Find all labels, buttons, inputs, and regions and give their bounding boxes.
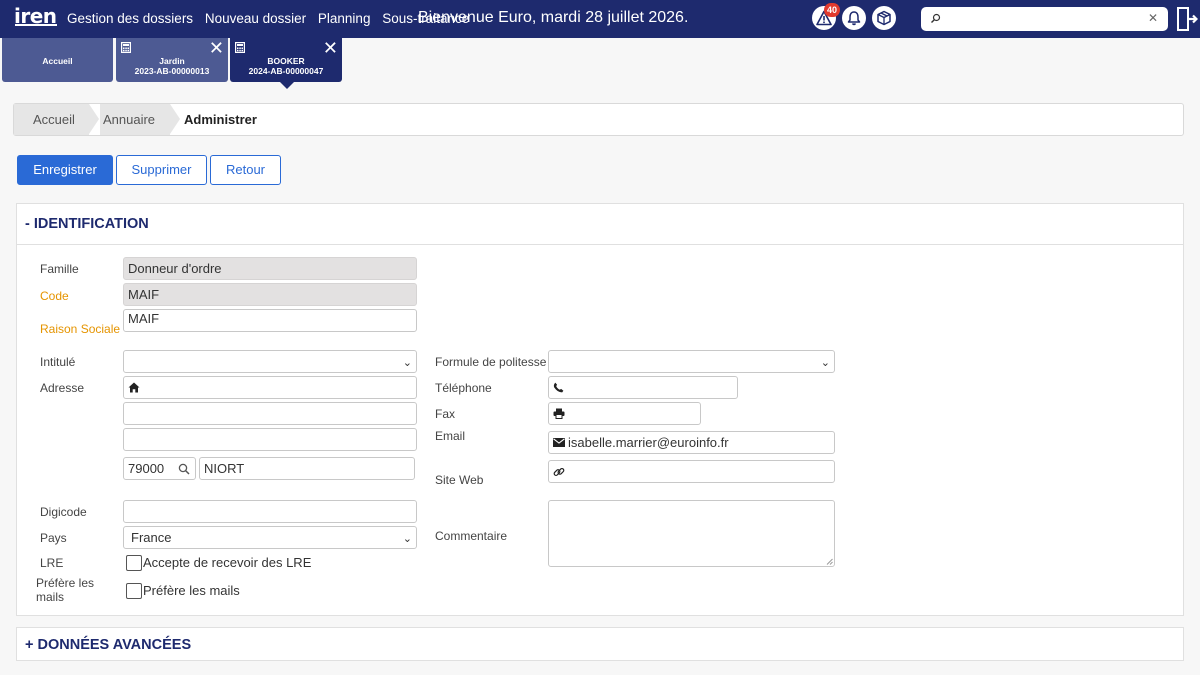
envelope-icon xyxy=(553,438,565,447)
logout-icon[interactable] xyxy=(1176,6,1198,32)
telephone-input[interactable] xyxy=(548,376,738,399)
code-postal-value: 79000 xyxy=(128,461,165,476)
tab-label: Accueil xyxy=(42,56,73,66)
adresse-line2-input[interactable] xyxy=(123,402,417,425)
chevron-down-icon: ⌄ xyxy=(402,357,412,369)
alerts-button[interactable]: 40 xyxy=(812,3,840,30)
commentaire-textarea[interactable] xyxy=(548,500,835,567)
lre-checkbox-label[interactable]: Accepte de recevoir des LRE xyxy=(143,555,311,570)
code-postal-input[interactable]: 79000 xyxy=(123,457,196,480)
calculator-icon xyxy=(121,42,131,53)
fax-input[interactable] xyxy=(548,402,701,425)
advanced-data-panel[interactable]: + DONNÉES AVANCÉES xyxy=(16,627,1184,661)
main-nav: Gestion des dossiers Nouveau dossier Pla… xyxy=(67,11,477,26)
telephone-label: Téléphone xyxy=(435,381,492,395)
delete-button[interactable]: Supprimer xyxy=(116,155,207,185)
nav-planning[interactable]: Planning xyxy=(318,11,371,26)
lre-label: LRE xyxy=(40,556,64,570)
search-icon xyxy=(931,13,941,23)
breadcrumb-separator xyxy=(170,104,180,134)
notifications-button[interactable] xyxy=(842,6,866,30)
app-logo[interactable]: iren xyxy=(14,4,57,28)
commentaire-label: Commentaire xyxy=(435,529,508,543)
close-tab-icon[interactable]: ✕ xyxy=(323,39,338,57)
pays-label: Pays xyxy=(40,531,67,545)
close-tab-icon[interactable]: ✕ xyxy=(209,39,224,57)
site-web-label: Site Web xyxy=(435,473,484,487)
search-icon[interactable] xyxy=(178,463,190,475)
nav-nouveau-dossier[interactable]: Nouveau dossier xyxy=(205,11,306,26)
advanced-data-title[interactable]: + DONNÉES AVANCÉES xyxy=(25,637,191,653)
formule-politesse-label: Formule de politesse xyxy=(435,355,547,369)
back-button[interactable]: Retour xyxy=(210,155,281,185)
site-web-input[interactable] xyxy=(548,460,835,483)
identification-title[interactable]: - IDENTIFICATION xyxy=(25,216,149,232)
breadcrumb-accueil[interactable]: Accueil xyxy=(14,104,89,135)
breadcrumb: Accueil Annuaire Administrer xyxy=(13,103,1184,136)
resize-handle-icon[interactable] xyxy=(826,558,833,565)
adresse-line1-input[interactable] xyxy=(123,376,417,399)
package-button[interactable] xyxy=(872,6,896,30)
phone-icon xyxy=(553,382,564,393)
digicode-label: Digicode xyxy=(40,505,87,519)
famille-label: Famille xyxy=(40,262,79,276)
famille-field: Donneur d'ordre xyxy=(123,257,417,280)
fax-label: Fax xyxy=(435,407,456,421)
tab-jardin[interactable]: ✕ Jardin 2023-AB-00000013 xyxy=(116,38,228,82)
home-icon xyxy=(128,382,140,393)
pays-select[interactable]: France ⌄ xyxy=(123,526,417,549)
prefere-mails-checkbox[interactable] xyxy=(126,583,142,599)
nav-gestion-dossiers[interactable]: Gestion des dossiers xyxy=(67,11,193,26)
raison-sociale-label: Raison Sociale xyxy=(40,322,121,336)
tab-title: Jardin xyxy=(159,56,185,66)
breadcrumb-annuaire[interactable]: Annuaire xyxy=(100,104,170,135)
intitule-label: Intitulé xyxy=(40,355,76,369)
bell-icon xyxy=(847,11,861,26)
breadcrumb-separator xyxy=(89,104,99,134)
ville-input[interactable]: NIORT xyxy=(199,457,415,480)
email-input[interactable]: isabelle.marrier@euroinfo.fr xyxy=(548,431,835,454)
raison-sociale-input[interactable]: MAIF xyxy=(123,309,417,332)
chevron-down-icon: ⌄ xyxy=(402,533,412,545)
tab-booker[interactable]: ✕ BOOKER 2024-AB-00000047 xyxy=(230,38,342,89)
clear-search-icon[interactable]: ✕ xyxy=(1148,11,1158,25)
global-search-input[interactable]: ✕ xyxy=(921,7,1168,31)
adresse-label: Adresse xyxy=(40,381,85,395)
lre-checkbox[interactable] xyxy=(126,555,142,571)
box-icon xyxy=(877,10,891,26)
code-field: MAIF xyxy=(123,283,417,306)
prefere-mails-label: Préfère les mails xyxy=(36,576,95,604)
pays-value: France xyxy=(131,530,172,545)
top-bar: iren Gestion des dossiers Nouveau dossie… xyxy=(0,0,1200,38)
save-button[interactable]: Enregistrer xyxy=(17,155,113,185)
adresse-line3-input[interactable] xyxy=(123,428,417,451)
email-value: isabelle.marrier@euroinfo.fr xyxy=(568,435,729,450)
digicode-input[interactable] xyxy=(123,500,417,523)
printer-icon xyxy=(553,408,565,419)
email-label: Email xyxy=(435,429,466,443)
alert-count-badge: 40 xyxy=(824,3,840,17)
tab-title: BOOKER xyxy=(267,56,305,66)
chevron-down-icon: ⌄ xyxy=(820,357,830,369)
code-label: Code xyxy=(40,289,69,303)
tab-reference: 2024-AB-00000047 xyxy=(248,66,324,76)
tab-reference: 2023-AB-00000013 xyxy=(134,66,210,76)
intitule-select[interactable]: ⌄ xyxy=(123,350,417,373)
breadcrumb-administrer: Administrer xyxy=(184,112,257,127)
prefere-mails-checkbox-label[interactable]: Préfère les mails xyxy=(143,583,240,598)
tab-accueil[interactable]: Accueil xyxy=(2,38,113,82)
link-icon xyxy=(553,467,565,476)
calculator-icon xyxy=(235,42,245,53)
identification-panel: - IDENTIFICATION Famille Code Raison Soc… xyxy=(16,203,1184,616)
identification-header[interactable]: - IDENTIFICATION xyxy=(17,204,1183,245)
formule-politesse-select[interactable]: ⌄ xyxy=(548,350,835,373)
welcome-message: Bienvenue Euro, mardi 28 juillet 2026. xyxy=(418,9,689,26)
